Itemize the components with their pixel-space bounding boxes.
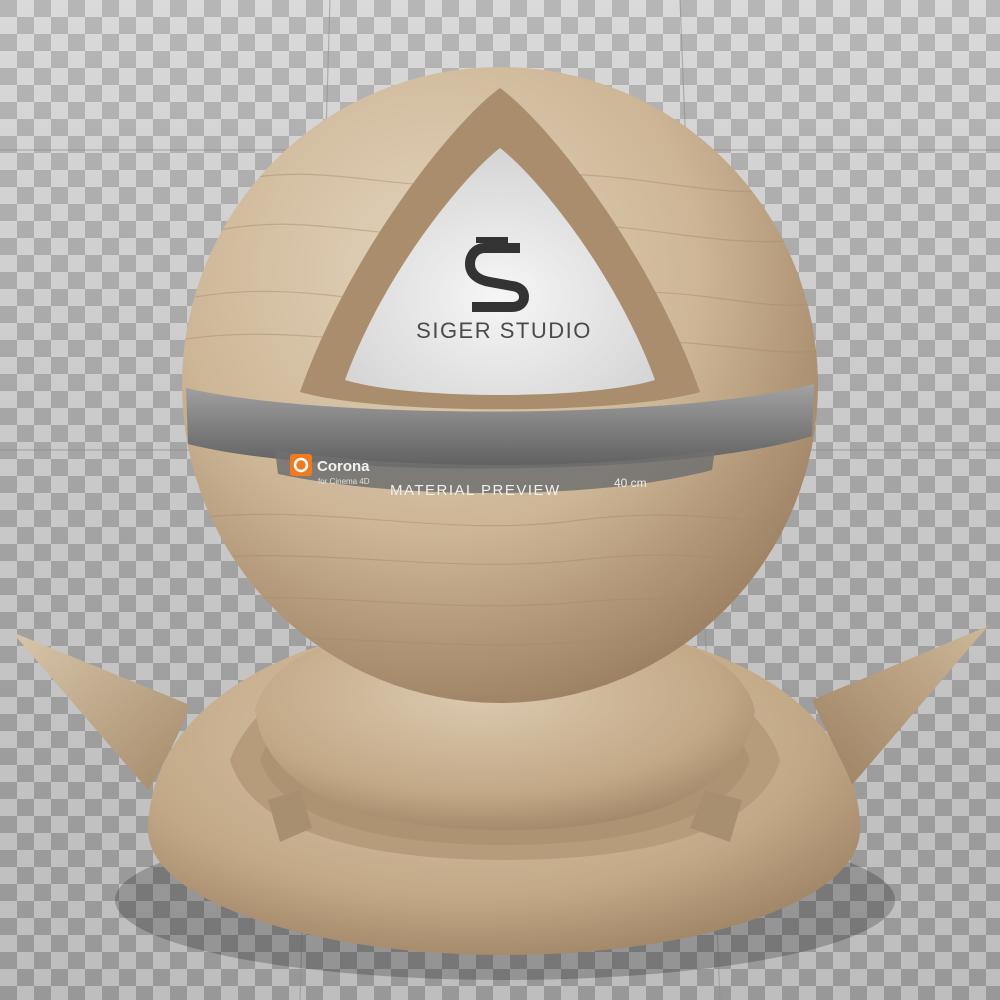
material-preview-title: MATERIAL PREVIEW <box>390 482 561 499</box>
studio-name: SIGER STUDIO <box>416 318 592 343</box>
renderer-name: Corona <box>317 458 370 475</box>
material-preview-render: SIGER STUDIO Corona for Cinema 4D MATERI… <box>0 0 1000 1000</box>
renderer-sub: for Cinema 4D <box>318 477 370 486</box>
corona-logo-icon <box>290 454 312 476</box>
scale-label: 40 cm <box>614 476 647 490</box>
